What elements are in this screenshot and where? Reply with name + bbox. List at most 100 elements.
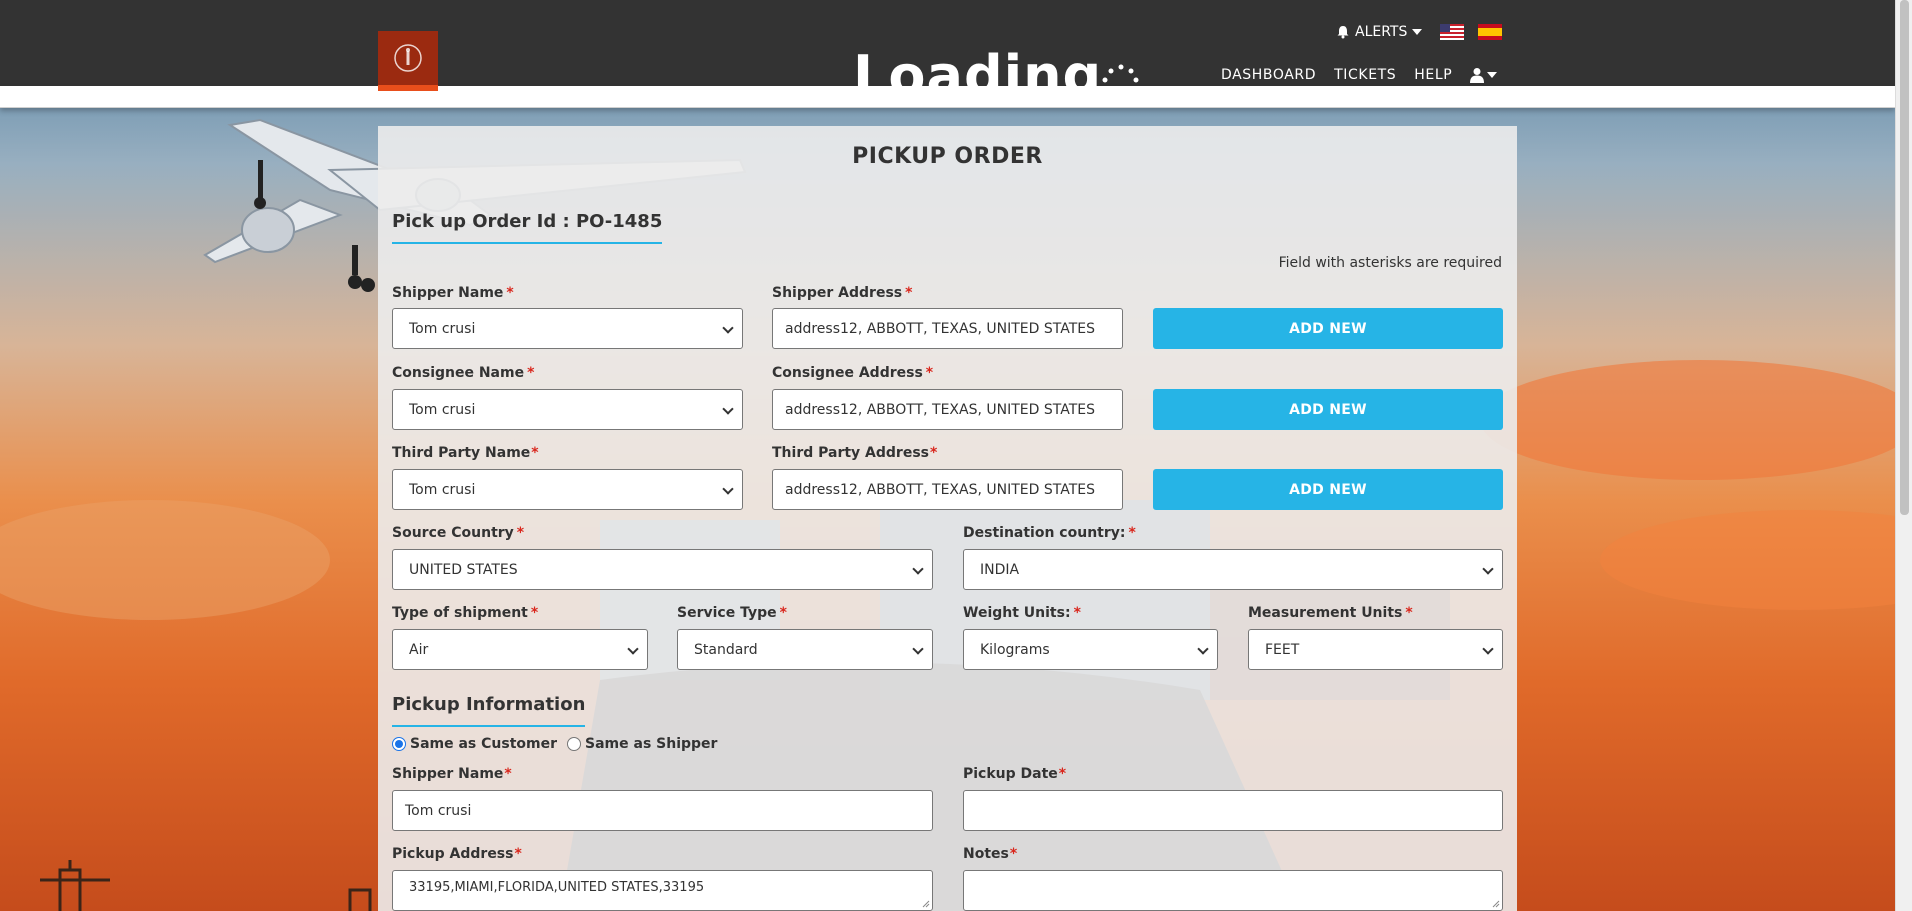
shipment-type-select[interactable]: Air bbox=[392, 629, 648, 670]
required-asterisk: * bbox=[527, 365, 535, 381]
nav-help[interactable]: HELP bbox=[1414, 67, 1452, 83]
source-country-value: UNITED STATES bbox=[409, 561, 518, 578]
service-type-value: Standard bbox=[694, 641, 758, 658]
destination-country-select[interactable]: INDIA bbox=[963, 549, 1503, 590]
required-asterisk: * bbox=[1073, 605, 1081, 621]
notes-label-text: Notes bbox=[963, 846, 1009, 862]
shipper-name-label-text: Shipper Name bbox=[392, 285, 504, 301]
alerts-dropdown[interactable]: ALERTS bbox=[1336, 24, 1423, 40]
same-as-customer-label[interactable]: Same as Customer bbox=[410, 736, 557, 752]
add-new-third-party-button[interactable]: ADD NEW bbox=[1153, 469, 1503, 510]
shipper-address-value: address12, ABBOTT, TEXAS, UNITED STATES bbox=[785, 320, 1095, 337]
shipper-name-select[interactable]: Tom crusi bbox=[392, 308, 743, 349]
shipment-type-label-text: Type of shipment bbox=[392, 605, 528, 621]
required-asterisk: * bbox=[516, 525, 525, 541]
measurement-units-select[interactable]: FEET bbox=[1248, 629, 1503, 670]
pickup-shipper-name-value: Tom crusi bbox=[405, 802, 472, 819]
required-asterisk: * bbox=[530, 605, 539, 621]
required-asterisk: * bbox=[504, 766, 512, 782]
weight-units-label: Weight Units: * bbox=[963, 605, 1081, 621]
loading-indicator-text: Loading bbox=[853, 46, 1103, 86]
logo-emblem-icon bbox=[394, 44, 422, 72]
shipment-type-label: Type of shipment * bbox=[392, 605, 538, 621]
third-party-address-label: Third Party Address* bbox=[772, 445, 937, 461]
shipper-address-field[interactable]: address12, ABBOTT, TEXAS, UNITED STATES bbox=[772, 308, 1123, 349]
required-asterisk: * bbox=[925, 365, 934, 381]
pickup-shipper-name-label: Shipper Name* bbox=[392, 766, 512, 782]
shipper-name-value: Tom crusi bbox=[409, 320, 476, 337]
add-new-shipper-button[interactable]: ADD NEW bbox=[1153, 308, 1503, 349]
user-menu-dropdown[interactable] bbox=[1470, 67, 1498, 83]
same-as-shipper-radio[interactable] bbox=[567, 737, 582, 751]
consignee-address-label: Consignee Address * bbox=[772, 365, 933, 381]
weight-units-select[interactable]: Kilograms bbox=[963, 629, 1218, 670]
third-party-name-value: Tom crusi bbox=[409, 481, 476, 498]
weight-units-value: Kilograms bbox=[980, 641, 1050, 658]
consignee-name-value: Tom crusi bbox=[409, 401, 476, 418]
source-country-select[interactable]: UNITED STATES bbox=[392, 549, 933, 590]
notes-textarea[interactable] bbox=[963, 870, 1503, 911]
resize-handle-icon[interactable] bbox=[920, 898, 930, 908]
bell-icon bbox=[1337, 26, 1349, 39]
consignee-name-label: Consignee Name * bbox=[392, 365, 534, 381]
required-asterisk: * bbox=[514, 846, 522, 862]
caret-down-icon bbox=[1487, 72, 1498, 78]
logo-icon[interactable] bbox=[378, 31, 438, 91]
pickup-date-label-text: Pickup Date bbox=[963, 766, 1058, 782]
alerts-label: ALERTS bbox=[1355, 24, 1408, 40]
source-country-label-text: Source Country bbox=[392, 525, 514, 541]
nav-tickets[interactable]: TICKETS bbox=[1334, 67, 1396, 83]
page-scrollbar[interactable] bbox=[1895, 0, 1912, 911]
service-type-label-text: Service Type bbox=[677, 605, 777, 621]
shipper-name-label: Shipper Name * bbox=[392, 285, 514, 301]
third-party-name-select[interactable]: Tom crusi bbox=[392, 469, 743, 510]
consignee-name-label-text: Consignee Name bbox=[392, 365, 525, 381]
service-type-label: Service Type * bbox=[677, 605, 787, 621]
resize-handle-icon[interactable] bbox=[1490, 898, 1500, 908]
consignee-address-field[interactable]: address12, ABBOTT, TEXAS, UNITED STATES bbox=[772, 389, 1123, 430]
same-as-customer-radio[interactable] bbox=[392, 737, 406, 751]
service-type-select[interactable]: Standard bbox=[677, 629, 933, 670]
required-asterisk: * bbox=[1058, 766, 1067, 782]
destination-country-label-text: Destination country: bbox=[963, 525, 1126, 541]
required-asterisk: * bbox=[531, 445, 539, 461]
us-flag-icon[interactable] bbox=[1440, 24, 1465, 40]
required-asterisk: * bbox=[905, 285, 913, 301]
required-asterisk: * bbox=[1009, 846, 1018, 862]
required-asterisk: * bbox=[506, 285, 514, 301]
consignee-address-value: address12, ABBOTT, TEXAS, UNITED STATES bbox=[785, 401, 1095, 418]
measurement-units-value: FEET bbox=[1265, 641, 1300, 658]
required-asterisk: * bbox=[779, 605, 787, 621]
navbar-divider-strip bbox=[0, 86, 1895, 108]
pickup-date-input[interactable] bbox=[963, 790, 1503, 831]
pickup-shipper-name-input[interactable]: Tom crusi bbox=[392, 790, 933, 831]
pickup-address-label-text: Pickup Address bbox=[392, 846, 514, 862]
same-as-shipper-label[interactable]: Same as Shipper bbox=[585, 736, 717, 752]
scrollbar-thumb[interactable] bbox=[1900, 0, 1909, 515]
measurement-units-label: Measurement Units * bbox=[1248, 605, 1413, 621]
user-icon bbox=[1470, 68, 1485, 83]
add-new-consignee-button[interactable]: ADD NEW bbox=[1153, 389, 1503, 430]
notes-label: Notes* bbox=[963, 846, 1017, 862]
main-nav: DASHBOARD TICKETS HELP bbox=[1221, 67, 1498, 83]
pickup-source-radio-group: Same as Customer Same as Shipper bbox=[392, 736, 717, 752]
pickup-address-value: 33195,MIAMI,FLORIDA,UNITED STATES,33195 bbox=[409, 880, 705, 895]
destination-country-value: INDIA bbox=[980, 561, 1020, 578]
order-id-heading: Pick up Order Id : PO-1485 bbox=[392, 211, 663, 244]
required-asterisk: * bbox=[1128, 525, 1136, 541]
third-party-address-field[interactable]: address12, ABBOTT, TEXAS, UNITED STATES bbox=[772, 469, 1123, 510]
weight-units-label-text: Weight Units: bbox=[963, 605, 1071, 621]
pickup-address-textarea[interactable]: 33195,MIAMI,FLORIDA,UNITED STATES,33195 bbox=[392, 870, 933, 911]
third-party-address-label-text: Third Party Address bbox=[772, 445, 929, 461]
caret-down-icon bbox=[1412, 29, 1423, 35]
required-asterisk: * bbox=[1405, 605, 1413, 621]
pickup-shipper-name-label-text: Shipper Name bbox=[392, 766, 504, 782]
spain-flag-icon[interactable] bbox=[1478, 24, 1503, 40]
header-utilities: ALERTS bbox=[1336, 24, 1503, 40]
third-party-address-value: address12, ABBOTT, TEXAS, UNITED STATES bbox=[785, 481, 1095, 498]
measurement-units-label-text: Measurement Units bbox=[1248, 605, 1403, 621]
nav-dashboard[interactable]: DASHBOARD bbox=[1221, 67, 1316, 83]
shipment-type-value: Air bbox=[409, 641, 429, 658]
spinner-icon bbox=[1102, 64, 1139, 83]
consignee-name-select[interactable]: Tom crusi bbox=[392, 389, 743, 430]
